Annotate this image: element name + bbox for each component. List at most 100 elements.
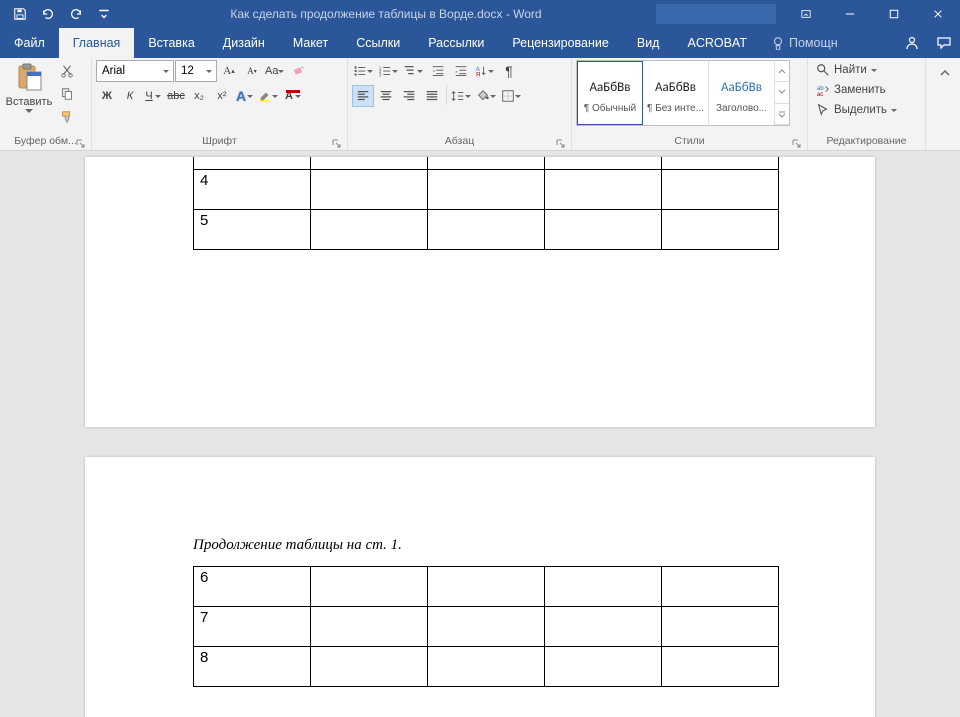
justify-button[interactable]: [421, 85, 443, 107]
table-cell[interactable]: [662, 567, 779, 607]
font-name-combo[interactable]: Arial: [96, 60, 174, 82]
table-cell[interactable]: [311, 567, 428, 607]
table-cell[interactable]: [662, 209, 779, 249]
table-cell[interactable]: [545, 567, 662, 607]
borders-button[interactable]: [500, 85, 524, 107]
decrease-indent-button[interactable]: [427, 60, 449, 82]
format-painter-button[interactable]: [56, 106, 78, 128]
table-cell[interactable]: [545, 169, 662, 209]
copy-button[interactable]: [56, 83, 78, 105]
document-table-1[interactable]: 4 5: [193, 157, 779, 250]
align-left-button[interactable]: [352, 85, 374, 107]
maximize-button[interactable]: [872, 0, 916, 28]
tab-acrobat[interactable]: ACROBAT: [673, 28, 761, 58]
table-cell[interactable]: [662, 607, 779, 647]
replace-button[interactable]: abac Заменить: [812, 80, 890, 100]
select-button[interactable]: Выделить: [812, 100, 901, 120]
style-heading1[interactable]: АаБбВв Заголово...: [709, 61, 775, 125]
table-cell[interactable]: 4: [194, 169, 311, 209]
tab-review[interactable]: Рецензирование: [498, 28, 623, 58]
cut-button[interactable]: [56, 60, 78, 82]
find-button[interactable]: Найти: [812, 60, 881, 80]
strikethrough-button[interactable]: abc: [165, 85, 187, 107]
table-cell[interactable]: [662, 169, 779, 209]
style-normal[interactable]: АаБбВв ¶ Обычный: [577, 61, 643, 125]
table-row[interactable]: 8: [194, 647, 779, 687]
clear-formatting-button[interactable]: [288, 60, 310, 82]
save-button[interactable]: [8, 2, 32, 26]
table-continuation-caption[interactable]: Продолжение таблицы на ст. 1.: [193, 537, 875, 554]
shrink-font-button[interactable]: A▾: [241, 60, 263, 82]
table-cell[interactable]: [311, 607, 428, 647]
table-cell[interactable]: [428, 209, 545, 249]
change-case-button[interactable]: Aa: [264, 60, 287, 82]
text-effects-button[interactable]: A: [234, 85, 256, 107]
font-color-button[interactable]: A: [282, 85, 304, 107]
table-cell[interactable]: [428, 169, 545, 209]
table-cell[interactable]: [545, 209, 662, 249]
tell-me-search[interactable]: Помощн: [761, 28, 848, 58]
increase-indent-button[interactable]: [450, 60, 472, 82]
document-page-1[interactable]: 4 5: [85, 157, 875, 427]
table-row[interactable]: 4: [194, 169, 779, 209]
table-cell[interactable]: [311, 647, 428, 687]
table-cell[interactable]: [662, 647, 779, 687]
style-no-spacing[interactable]: АаБбВв ¶ Без инте...: [643, 61, 709, 125]
table-cell[interactable]: [311, 209, 428, 249]
align-center-button[interactable]: [375, 85, 397, 107]
line-spacing-button[interactable]: [450, 85, 474, 107]
grow-font-button[interactable]: A▴: [218, 60, 240, 82]
highlight-button[interactable]: [257, 85, 281, 107]
tab-file[interactable]: Файл: [0, 28, 59, 58]
table-row[interactable]: [194, 157, 779, 169]
table-cell[interactable]: [311, 169, 428, 209]
table-cell[interactable]: [545, 607, 662, 647]
align-right-button[interactable]: [398, 85, 420, 107]
tab-mailings[interactable]: Рассылки: [414, 28, 498, 58]
minimize-button[interactable]: [828, 0, 872, 28]
redo-button[interactable]: [64, 2, 88, 26]
table-cell[interactable]: 8: [194, 647, 311, 687]
comments-button[interactable]: [928, 28, 960, 58]
superscript-button[interactable]: x²: [211, 85, 233, 107]
shading-button[interactable]: [475, 85, 499, 107]
sort-button[interactable]: AЯ: [473, 60, 497, 82]
table-row[interactable]: 6: [194, 567, 779, 607]
clipboard-launcher[interactable]: [74, 137, 87, 150]
bold-button[interactable]: Ж: [96, 85, 118, 107]
paragraph-launcher[interactable]: [554, 137, 567, 150]
tab-insert[interactable]: Вставка: [134, 28, 208, 58]
qat-customize-button[interactable]: [92, 2, 116, 26]
account-area[interactable]: [656, 4, 776, 24]
collapse-ribbon-button[interactable]: [934, 62, 956, 84]
table-cell[interactable]: [428, 647, 545, 687]
tab-view[interactable]: Вид: [623, 28, 674, 58]
ribbon-display-options-button[interactable]: [784, 0, 828, 28]
document-page-2[interactable]: Продолжение таблицы на ст. 1. 6 7 8: [85, 457, 875, 717]
table-cell[interactable]: 5: [194, 209, 311, 249]
table-cell[interactable]: [545, 647, 662, 687]
styles-launcher[interactable]: [790, 137, 803, 150]
show-marks-button[interactable]: ¶: [498, 60, 520, 82]
table-cell[interactable]: [428, 567, 545, 607]
share-button[interactable]: [896, 28, 928, 58]
bullets-button[interactable]: [352, 60, 376, 82]
table-cell[interactable]: [428, 607, 545, 647]
table-row[interactable]: 5: [194, 209, 779, 249]
document-area[interactable]: 4 5 Продолжение таблицы на ст. 1. 6 7 8: [0, 151, 960, 717]
table-row[interactable]: 7: [194, 607, 779, 647]
font-launcher[interactable]: [330, 137, 343, 150]
numbering-button[interactable]: 123: [377, 60, 401, 82]
table-cell[interactable]: 6: [194, 567, 311, 607]
font-size-combo[interactable]: 12: [175, 60, 217, 82]
paste-button[interactable]: Вставить: [4, 60, 54, 126]
tab-references[interactable]: Ссылки: [342, 28, 414, 58]
subscript-button[interactable]: x₂: [188, 85, 210, 107]
table-cell[interactable]: 7: [194, 607, 311, 647]
undo-button[interactable]: [36, 2, 60, 26]
tab-home[interactable]: Главная: [59, 28, 135, 58]
gallery-more-button[interactable]: [775, 104, 789, 125]
document-table-2[interactable]: 6 7 8: [193, 566, 779, 687]
gallery-up-button[interactable]: [775, 61, 789, 82]
tab-design[interactable]: Дизайн: [209, 28, 279, 58]
